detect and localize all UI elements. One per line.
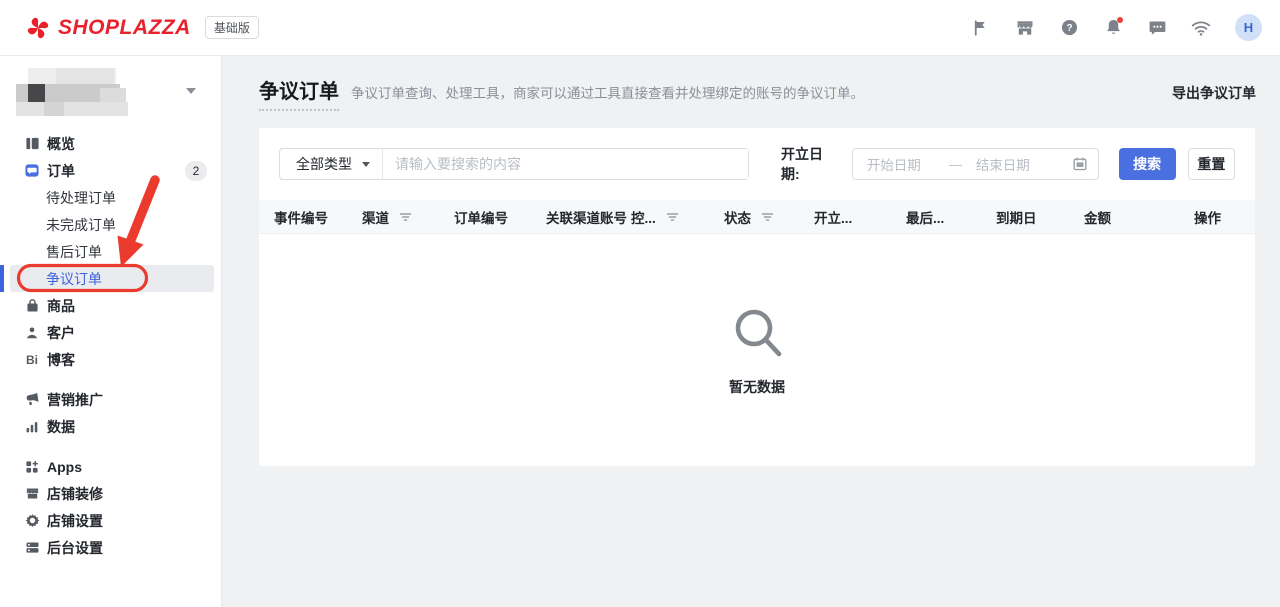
page-description: 争议订单查询、处理工具，商家可以通过工具直接查看并处理绑定的账号的争议订单。 bbox=[351, 82, 864, 102]
sidebar-item-label: 商品 bbox=[47, 296, 75, 316]
column-header-dispute-type: 控... bbox=[631, 207, 724, 227]
sidebar-item-label: 待处理订单 bbox=[46, 188, 116, 208]
backend-settings-icon bbox=[24, 540, 40, 556]
store-name-redacted bbox=[16, 68, 156, 118]
date-range-picker[interactable]: 开始日期 — 结束日期 bbox=[852, 148, 1099, 180]
blog-icon: Bi bbox=[24, 352, 40, 368]
search-input[interactable] bbox=[383, 149, 748, 179]
end-date-field[interactable]: 结束日期 bbox=[976, 154, 1030, 174]
export-disputes-button[interactable]: 导出争议订单 bbox=[1172, 83, 1256, 103]
sidebar-item-label: 店铺设置 bbox=[47, 511, 103, 531]
empty-state: 暂无数据 bbox=[259, 234, 1255, 466]
date-filter-label: 开立日期: bbox=[781, 144, 841, 184]
sidebar-item-data[interactable]: 数据 bbox=[0, 413, 221, 440]
sidebar-item-label: 售后订单 bbox=[46, 242, 102, 262]
chevron-down-icon bbox=[362, 162, 370, 167]
overview-icon bbox=[24, 136, 40, 152]
sidebar-item-products[interactable]: 商品 bbox=[0, 292, 221, 319]
sidebar-item-incomplete-orders[interactable]: 未完成订单 bbox=[0, 211, 221, 238]
plan-badge: 基础版 bbox=[205, 16, 259, 39]
notification-bell-icon[interactable] bbox=[1103, 18, 1123, 38]
filter-funnel-icon[interactable] bbox=[761, 211, 774, 223]
brand: SHOPLAZZA 基础版 bbox=[26, 16, 259, 40]
search-button[interactable]: 搜索 bbox=[1119, 148, 1176, 180]
column-header-due-date: 到期日 bbox=[996, 207, 1084, 227]
sidebar-item-label: 营销推广 bbox=[47, 390, 103, 410]
date-separator: — bbox=[949, 157, 962, 172]
marketing-megaphone-icon bbox=[24, 392, 40, 408]
column-header-status: 状态 bbox=[724, 207, 814, 227]
sidebar-item-label: 数据 bbox=[47, 417, 75, 437]
orders-icon bbox=[24, 163, 40, 179]
sidebar-item-aftersale-orders[interactable]: 售后订单 bbox=[0, 238, 221, 265]
sidebar-item-orders[interactable]: 订单 2 bbox=[0, 157, 221, 184]
sidebar-item-customers[interactable]: 客户 bbox=[0, 319, 221, 346]
type-filter-value: 全部类型 bbox=[296, 154, 352, 174]
store-selector[interactable] bbox=[0, 56, 221, 130]
svg-text:?: ? bbox=[1066, 23, 1072, 34]
customers-icon bbox=[24, 325, 40, 341]
active-item-background bbox=[10, 265, 214, 292]
column-header-linked-account: 关联渠道账号 bbox=[546, 207, 631, 227]
type-filter-dropdown[interactable]: 全部类型 bbox=[280, 149, 383, 179]
search-group: 全部类型 bbox=[279, 148, 749, 180]
logo-text: SHOPLAZZA bbox=[58, 16, 191, 40]
store-settings-gear-icon bbox=[24, 513, 40, 529]
sidebar-item-apps[interactable]: Apps bbox=[0, 453, 221, 480]
reset-button[interactable]: 重置 bbox=[1188, 148, 1235, 180]
filter-funnel-icon[interactable] bbox=[666, 211, 679, 223]
table-header-row: 事件编号 渠道 订单编号 关联渠道账号 控... 状态 开立... 最后... … bbox=[259, 200, 1255, 234]
shoplazza-logo-icon bbox=[26, 16, 50, 40]
calendar-icon bbox=[1072, 156, 1088, 172]
sidebar-item-backend-settings[interactable]: 后台设置 bbox=[0, 534, 221, 561]
empty-state-text: 暂无数据 bbox=[729, 377, 785, 397]
search-magnifier-icon bbox=[728, 303, 786, 361]
messages-icon[interactable] bbox=[1147, 18, 1167, 38]
notification-dot bbox=[1117, 17, 1123, 23]
sidebar-item-store-settings[interactable]: 店铺设置 bbox=[0, 507, 221, 534]
sidebar-item-store-decoration[interactable]: 店铺装修 bbox=[0, 480, 221, 507]
help-icon[interactable]: ? bbox=[1059, 18, 1079, 38]
column-header-order-id: 订单编号 bbox=[454, 207, 546, 227]
user-avatar[interactable]: H bbox=[1235, 14, 1262, 41]
sidebar-item-label: 店铺装修 bbox=[47, 484, 103, 504]
chevron-down-icon[interactable] bbox=[186, 88, 196, 94]
flag-icon[interactable] bbox=[971, 18, 991, 38]
sidebar-item-overview[interactable]: 概览 bbox=[0, 130, 221, 157]
sidebar-item-label: Apps bbox=[47, 459, 82, 475]
column-header-actions: 操作 bbox=[1194, 207, 1255, 227]
column-header-amount: 金额 bbox=[1084, 207, 1194, 227]
column-header-event-id: 事件编号 bbox=[274, 207, 362, 227]
storefront-icon[interactable] bbox=[1015, 18, 1035, 38]
store-decoration-icon bbox=[24, 486, 40, 502]
filter-funnel-icon[interactable] bbox=[399, 211, 412, 223]
sidebar-item-label: 后台设置 bbox=[47, 538, 103, 558]
dispute-orders-panel: 全部类型 开立日期: 开始日期 — 结束日期 搜索 重置 bbox=[259, 128, 1255, 466]
sidebar: 概览 订单 2 待处理订单 未完成订单 售后订单 争议订单 商品 bbox=[0, 56, 222, 607]
sidebar-item-label: 争议订单 bbox=[46, 269, 102, 289]
start-date-field[interactable]: 开始日期 bbox=[867, 154, 921, 174]
column-header-channel: 渠道 bbox=[362, 207, 454, 227]
sidebar-item-label: 客户 bbox=[47, 323, 75, 343]
top-header: SHOPLAZZA 基础版 ? H bbox=[0, 0, 1280, 56]
main-content: 争议订单 争议订单查询、处理工具，商家可以通过工具直接查看并处理绑定的账号的争议… bbox=[222, 56, 1280, 607]
sidebar-item-pending-orders[interactable]: 待处理订单 bbox=[0, 184, 221, 211]
network-status-icon[interactable] bbox=[1191, 18, 1211, 38]
sidebar-item-label: 未完成订单 bbox=[46, 215, 116, 235]
orders-count-badge: 2 bbox=[185, 161, 207, 181]
sidebar-item-label: 博客 bbox=[47, 350, 75, 370]
sidebar-nav: 概览 订单 2 待处理订单 未完成订单 售后订单 争议订单 商品 bbox=[0, 130, 221, 571]
products-bag-icon bbox=[24, 298, 40, 314]
sidebar-item-marketing[interactable]: 营销推广 bbox=[0, 386, 221, 413]
apps-grid-icon bbox=[24, 459, 40, 475]
sidebar-item-label: 概览 bbox=[47, 134, 75, 154]
data-chart-icon bbox=[24, 419, 40, 435]
sidebar-item-label: 订单 bbox=[47, 161, 75, 181]
column-header-open-date: 开立... bbox=[814, 207, 906, 227]
column-header-last-update: 最后... bbox=[906, 207, 996, 227]
sidebar-item-blog[interactable]: Bi 博客 bbox=[0, 346, 221, 373]
page-title: 争议订单 bbox=[259, 75, 339, 111]
sidebar-item-dispute-orders[interactable]: 争议订单 bbox=[0, 265, 221, 292]
